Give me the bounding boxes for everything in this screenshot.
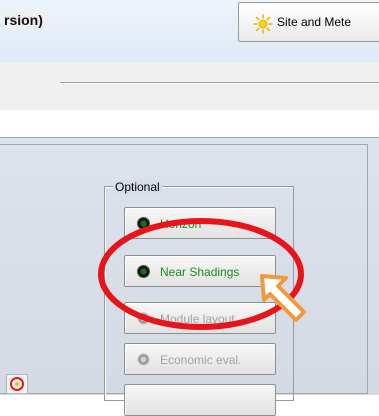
warning-button[interactable] — [6, 374, 28, 394]
status-led-icon — [137, 353, 150, 366]
warning-icon — [10, 377, 24, 391]
pointer-arrow-icon — [260, 274, 306, 322]
site-and-meteo-button[interactable]: Site and Mete — [238, 2, 379, 42]
site-and-meteo-label: Site and Mete — [277, 15, 352, 29]
more-option-button[interactable] — [124, 384, 276, 416]
sun-icon — [253, 14, 273, 34]
spacer — [0, 110, 379, 136]
section-title: rsion) — [4, 12, 45, 28]
section-band — [0, 62, 379, 110]
section-divider — [60, 82, 379, 84]
economic-eval-button[interactable]: Economic eval. — [124, 343, 276, 375]
optional-group-label: Optional — [113, 180, 162, 194]
economic-eval-label: Economic eval. — [160, 353, 242, 367]
